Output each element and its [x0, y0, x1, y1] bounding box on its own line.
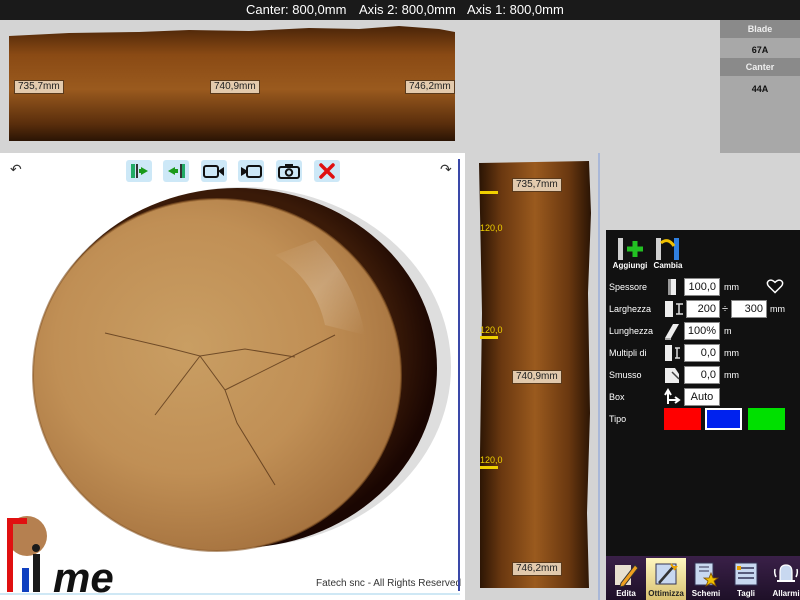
- close-button[interactable]: [314, 160, 340, 182]
- axis1-position: Axis 1: 800,0mm: [467, 2, 564, 17]
- rotate-left-icon[interactable]: ↶: [10, 161, 22, 178]
- log-profile-side: 120,0 120,0 120,0 735,7mm 740,9mm 746,2m…: [477, 153, 597, 593]
- length-icon: [665, 324, 679, 340]
- optimize-wand-icon: [655, 563, 678, 585]
- prime-logo: me: [7, 516, 114, 596]
- schemes-button[interactable]: Schemi: [686, 558, 726, 600]
- log-section-view: ↶ ↷ me Fatech snc - All Rights Reserved: [0, 153, 465, 600]
- schemes-star-icon: [694, 562, 719, 587]
- edit-button[interactable]: Edita: [606, 558, 646, 600]
- box-label: Box: [609, 392, 625, 402]
- video-camera-button[interactable]: [201, 160, 227, 182]
- cuts-list-icon: [734, 562, 758, 586]
- photo-camera-icon: [278, 164, 300, 179]
- range-separator: ÷: [722, 303, 729, 315]
- add-button[interactable]: Aggiungi: [610, 232, 650, 270]
- larghezza-min-input[interactable]: 200: [686, 300, 720, 318]
- cuts-button[interactable]: Tagli: [726, 558, 766, 600]
- smusso-label: Smusso: [609, 370, 642, 380]
- axis2-position: Axis 2: 800,0mm: [359, 2, 456, 17]
- canter-value: 44A: [751, 84, 769, 94]
- multipli-input[interactable]: 0,0: [684, 344, 720, 362]
- measurement-label: 735,7mm: [14, 80, 64, 94]
- section-scale-line: [458, 159, 460, 591]
- smusso-unit: mm: [724, 370, 739, 380]
- side-view-separator: [598, 153, 600, 600]
- video-button[interactable]: [238, 160, 264, 182]
- larghezza-max-input[interactable]: 300: [731, 300, 767, 318]
- cut-parameters-panel: Aggiungi Cambia Spessore 100,0 mm Larghe…: [606, 230, 800, 600]
- section-baseline: [0, 593, 460, 595]
- spessore-input[interactable]: 100,0: [684, 278, 720, 296]
- yellow-marker-label: 120,0: [480, 325, 503, 335]
- yellow-marker-label: 120,0: [480, 455, 503, 465]
- enter-icon: [168, 164, 185, 178]
- measurement-label: 746,2mm: [512, 562, 562, 576]
- box-mode-select[interactable]: Auto: [684, 388, 720, 406]
- log-profile-top: 735,7mm 740,9mm 746,2mm: [9, 20, 455, 141]
- measurement-label: 746,2mm: [405, 80, 455, 94]
- add-board-icon: [618, 238, 643, 260]
- lunghezza-input[interactable]: 100%: [684, 322, 720, 340]
- larghezza-label: Larghezza: [609, 304, 652, 314]
- camera-video-icon: [203, 165, 224, 178]
- change-button[interactable]: Cambia: [648, 232, 688, 270]
- schemes-label: Schemi: [691, 589, 721, 598]
- bottom-toolbar: Edita Ottimizza Schemi Tagli Allarmi: [606, 556, 800, 600]
- measurement-label: 735,7mm: [512, 178, 562, 192]
- favorite-heart-icon[interactable]: [766, 278, 784, 294]
- multipli-label: Multipli di: [609, 348, 647, 358]
- blade-canter-panel: Blade 67A Canter 44A: [720, 20, 800, 153]
- alarms-button[interactable]: Allarmi: [766, 558, 800, 600]
- thickness-icon: [668, 279, 676, 295]
- bevel-icon: [665, 368, 680, 383]
- change-board-icon: [656, 238, 679, 260]
- canter-label: Canter: [720, 58, 800, 76]
- lunghezza-label: Lunghezza: [609, 326, 654, 336]
- close-icon: [319, 163, 335, 179]
- spessore-unit: mm: [724, 282, 739, 292]
- lunghezza-unit: m: [724, 326, 732, 336]
- measurement-label: 740,9mm: [210, 80, 260, 94]
- multipli-unit: mm: [724, 348, 739, 358]
- photo-button[interactable]: [276, 160, 302, 182]
- box-direction-icon: [664, 388, 681, 404]
- pencil-icon: [615, 564, 639, 587]
- cuts-label: Tagli: [736, 589, 756, 598]
- optimize-label: Ottimizza: [648, 589, 684, 598]
- spessore-label: Spessore: [609, 282, 648, 292]
- tipo-green-option[interactable]: [748, 408, 785, 430]
- smusso-input[interactable]: 0,0: [684, 366, 720, 384]
- tipo-red-option[interactable]: [664, 408, 701, 430]
- logo-text: me: [53, 554, 114, 596]
- change-label: Cambia: [653, 261, 683, 270]
- tipo-blue-option[interactable]: [705, 408, 742, 430]
- tipo-label: Tipo: [609, 414, 627, 424]
- exit-left-button[interactable]: [126, 160, 152, 182]
- optimize-button[interactable]: Ottimizza: [646, 558, 686, 600]
- width-icon: [665, 301, 683, 317]
- canter-position: Canter: 800,0mm: [246, 2, 347, 17]
- status-bar: Canter: 800,0mm Axis 2: 800,0mm Axis 1: …: [0, 0, 800, 20]
- alarm-bell-icon: [773, 564, 799, 582]
- alarms-label: Allarmi: [772, 589, 800, 598]
- blade-value: 67A: [751, 45, 769, 55]
- yellow-marker-label: 120,0: [480, 223, 503, 233]
- rotate-right-icon[interactable]: ↷: [440, 161, 452, 178]
- add-label: Aggiungi: [612, 261, 648, 270]
- enter-button[interactable]: [163, 160, 189, 182]
- copyright-text: Fatech snc - All Rights Reserved: [316, 578, 462, 589]
- edit-label: Edita: [616, 589, 636, 598]
- multiples-icon: [665, 345, 680, 361]
- blade-label: Blade: [720, 20, 800, 38]
- video-icon: [241, 165, 262, 178]
- exit-left-icon: [131, 164, 148, 178]
- measurement-label: 740,9mm: [512, 370, 562, 384]
- larghezza-unit: mm: [770, 304, 785, 314]
